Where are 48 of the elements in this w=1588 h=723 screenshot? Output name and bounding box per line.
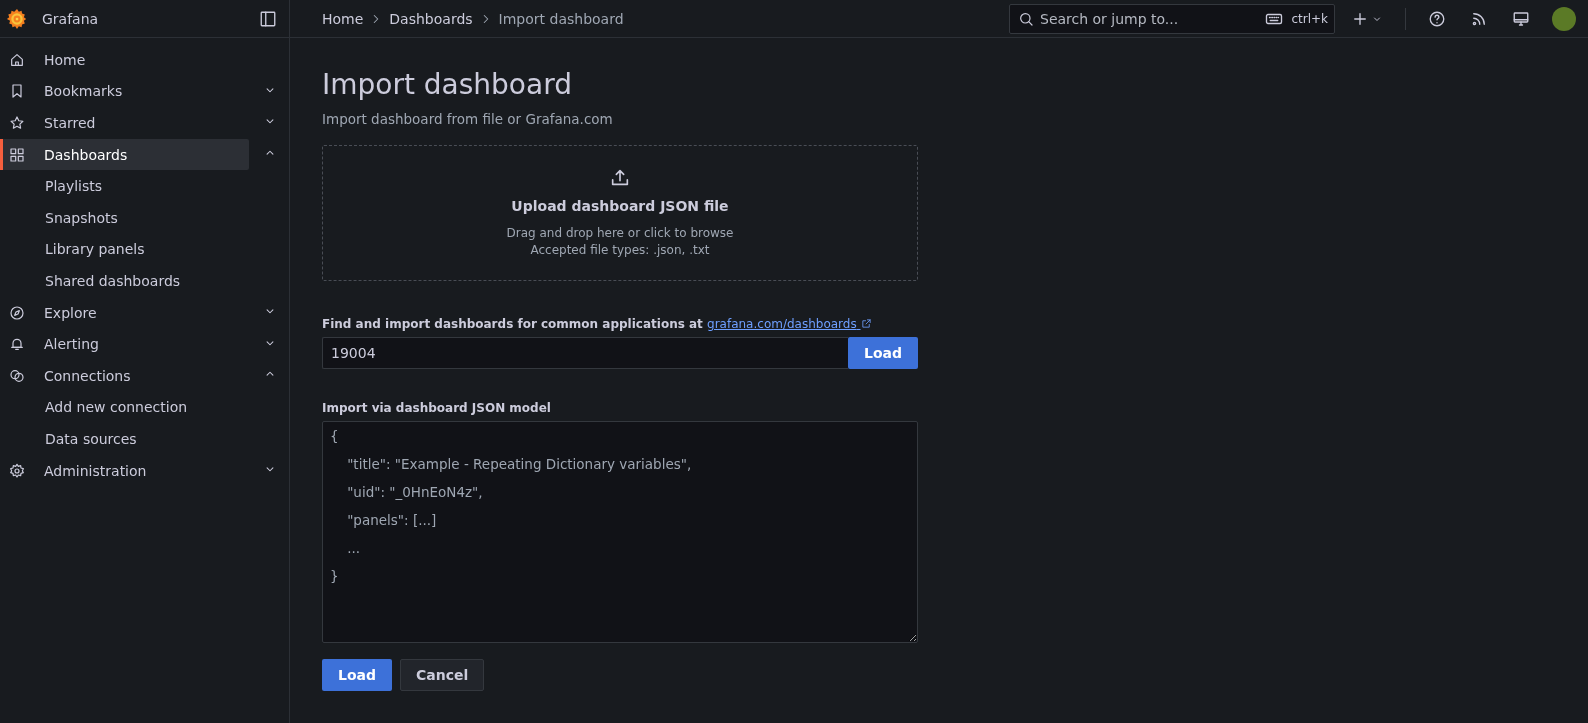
load-button[interactable]: Load: [848, 337, 918, 369]
nav-item[interactable]: Alerting: [0, 328, 249, 360]
home-icon: [9, 51, 25, 68]
nav-item[interactable]: Starred: [0, 107, 249, 139]
upload-hint: Drag and drop here or click to browse: [506, 225, 734, 242]
gear-icon: [9, 462, 25, 479]
sidebar-toggle-icon: [259, 9, 277, 28]
cancel-button[interactable]: Cancel: [400, 659, 485, 691]
logo-icon: [6, 7, 28, 30]
find-label: Find and import dashboards for common applications at grafana.com/dashboards: [322, 317, 872, 331]
nav-subitem[interactable]: Snapshots: [0, 201, 289, 234]
page-title: Import dashboard: [322, 68, 572, 101]
file-types-hint: Accepted file types: .json, .txt: [529, 242, 711, 259]
breadcrumb-link[interactable]: Dashboards: [389, 10, 473, 27]
nav-subitem[interactable]: Add new connection: [0, 391, 289, 424]
link-circles-icon: [9, 367, 25, 384]
upload-title: Upload dashboard JSON file: [511, 198, 729, 214]
breadcrumb-link[interactable]: Import dashboard: [498, 10, 624, 27]
nav-item[interactable]: Dashboards: [0, 138, 249, 171]
nav-subitem[interactable]: Playlists: [0, 170, 289, 202]
page-subtitle: Import dashboard from file or Grafana.com: [322, 111, 613, 127]
dashboard-id-field[interactable]: 19004: [322, 337, 848, 369]
nav-item[interactable]: Bookmarks: [0, 75, 249, 108]
nav-item[interactable]: Explore: [0, 296, 249, 329]
nav-item[interactable]: Connections: [0, 359, 249, 392]
star-icon: [9, 115, 25, 131]
json-model-label: Import via dashboard JSON model: [322, 401, 551, 415]
monitor-icon: [1512, 9, 1530, 28]
upload-dropzone[interactable]: Upload dashboard JSON file Drag and drop here or click to browse Accepted file types: .json, .txt: [322, 145, 918, 281]
help-icon: [1428, 9, 1446, 28]
bell-icon: [9, 336, 25, 353]
json-model-field[interactable]: { "title": "Example - Repeating Dictionary variables", "uid": "_0HnEoN4z", "panels": [...] ... }: [322, 421, 918, 643]
grid-icon: [9, 146, 25, 163]
breadcrumb-link[interactable]: Home: [322, 10, 364, 27]
avatar[interactable]: [1552, 6, 1576, 31]
load-button[interactable]: Load: [322, 659, 392, 691]
grafana-dashboards-link[interactable]: grafana.com/dashboards: [707, 317, 872, 331]
nav-item[interactable]: Administration: [0, 454, 249, 487]
bookmark-icon: [9, 83, 25, 100]
shortcut-hint: ctrl+k: [1291, 11, 1328, 26]
compass-icon: [9, 304, 25, 321]
brand-name: Grafana: [42, 10, 100, 27]
nav-subitem[interactable]: Library panels: [0, 233, 289, 266]
nav-subitem[interactable]: Shared dashboards: [0, 265, 289, 297]
nav-subitem[interactable]: Data sources: [0, 423, 289, 455]
external-link-icon: [860, 318, 872, 329]
dock-menu-button[interactable]: [259, 9, 277, 28]
nav-item[interactable]: Home: [0, 44, 249, 76]
